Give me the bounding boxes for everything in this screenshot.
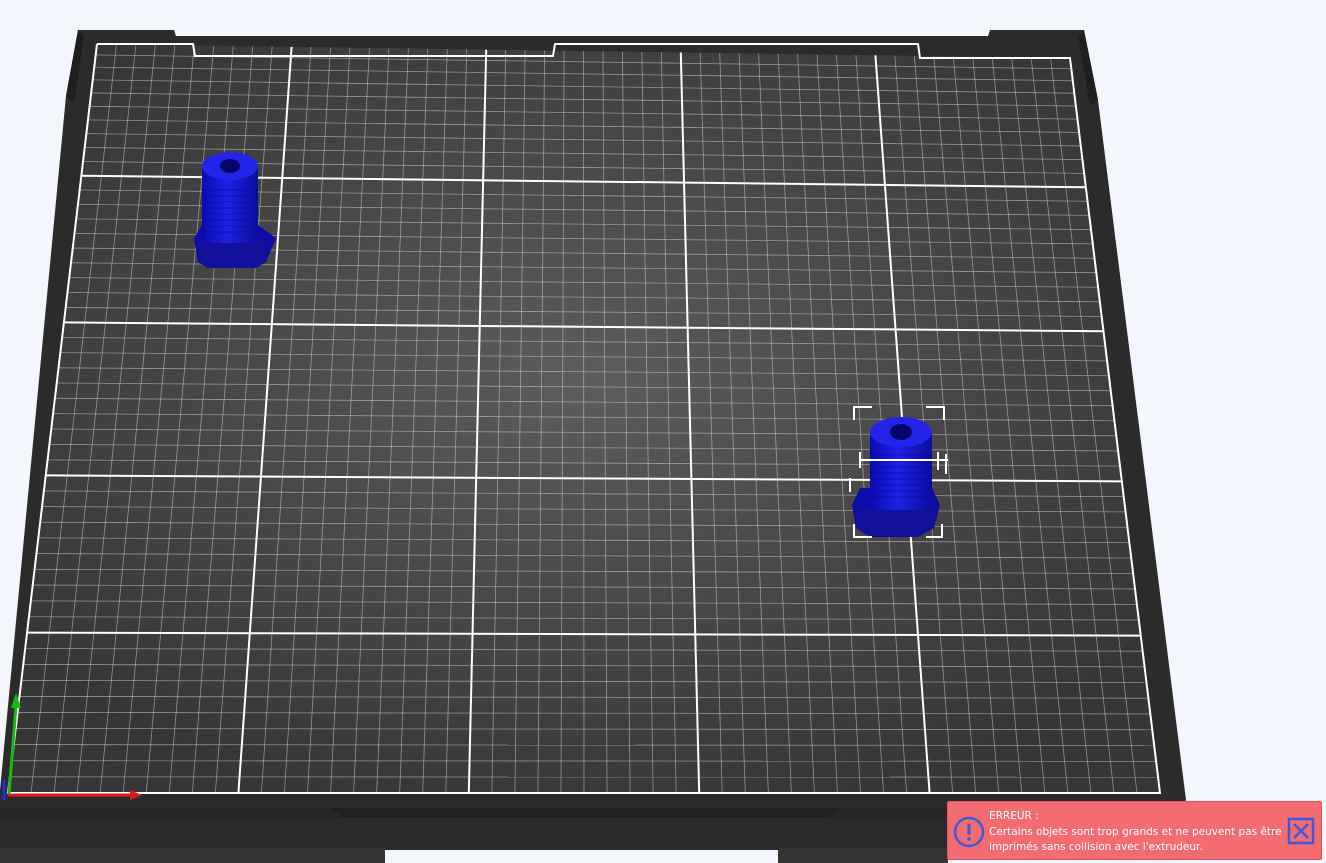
close-box-icon[interactable] (1287, 817, 1315, 845)
notification-title: ERREUR : (989, 810, 1039, 822)
error-notification: ERREUR : Certains objets sont trop grand… (947, 801, 1322, 860)
notification-message: Certains objets sont trop grands et ne p… (989, 826, 1282, 853)
exclamation-circle-icon (953, 816, 985, 848)
3d-viewport[interactable] (0, 0, 1326, 863)
